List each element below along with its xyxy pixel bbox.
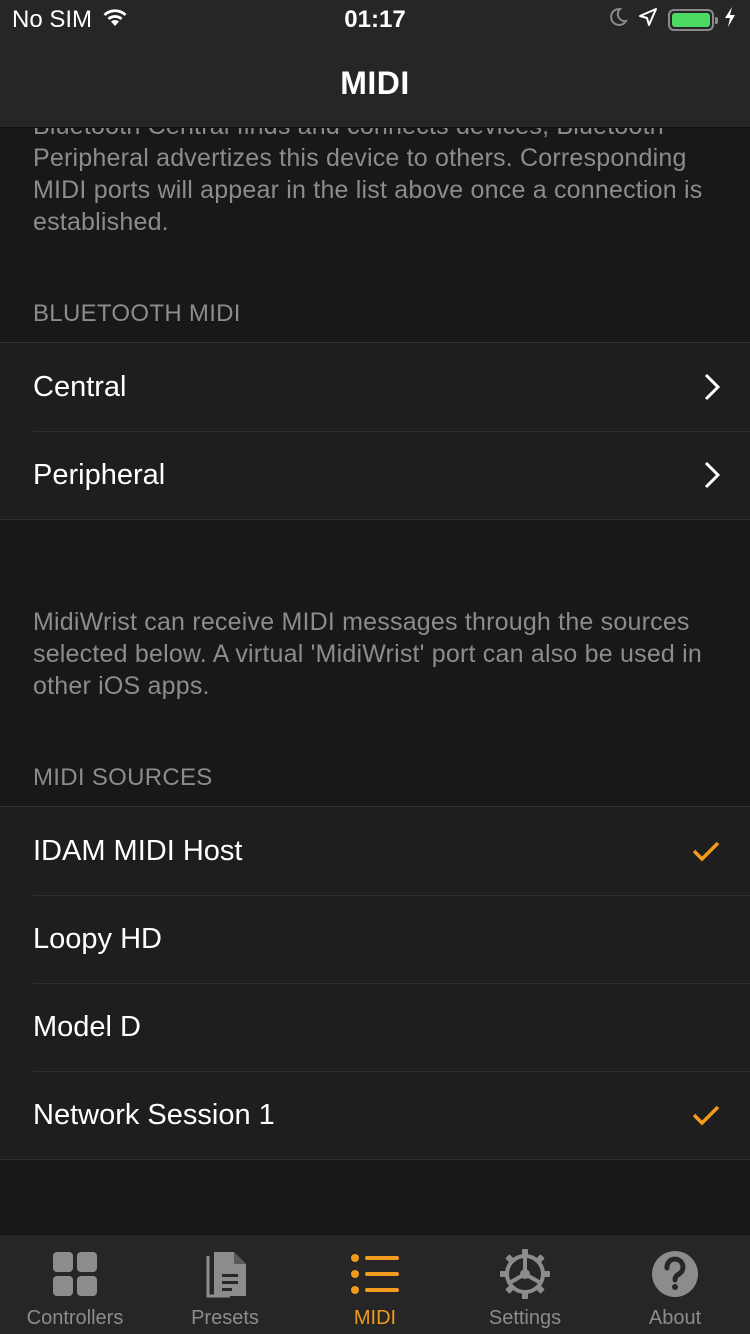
source-row-loopy-hd[interactable]: Loopy HD xyxy=(0,895,750,983)
bluetooth-section-header: BLUETOOTH MIDI xyxy=(33,300,241,327)
midi-sources-section-header: MIDI SOURCES xyxy=(33,764,213,791)
moon-icon xyxy=(608,6,628,34)
checkmark-icon xyxy=(692,840,720,862)
question-icon xyxy=(651,1249,699,1299)
wifi-icon xyxy=(102,6,128,34)
tab-midi[interactable]: MIDI xyxy=(300,1235,450,1334)
source-row-idam-midi-host[interactable]: IDAM MIDI Host xyxy=(0,807,750,895)
row-label: IDAM MIDI Host xyxy=(33,834,243,867)
tab-label: Settings xyxy=(488,1307,562,1329)
tab-bar: Controllers Presets MIDI Settings About xyxy=(0,1234,750,1334)
row-label: Network Session 1 xyxy=(33,1098,275,1131)
battery-level xyxy=(672,13,710,27)
battery-icon xyxy=(668,9,718,31)
tab-about[interactable]: About xyxy=(600,1235,750,1334)
tab-controllers[interactable]: Controllers xyxy=(0,1235,150,1334)
charging-bolt-icon xyxy=(724,6,736,34)
navigation-bar: MIDI xyxy=(0,40,750,128)
status-right xyxy=(608,6,736,34)
sources-info-text: MidiWrist can receive MIDI messages thro… xyxy=(33,608,703,700)
row-label: Loopy HD xyxy=(33,922,162,955)
location-arrow-icon xyxy=(638,6,658,34)
document-icon xyxy=(202,1249,248,1299)
status-left: No SIM xyxy=(12,6,128,34)
tab-label: About xyxy=(648,1307,702,1329)
row-label: Model D xyxy=(33,1010,141,1043)
source-row-model-d[interactable]: Model D xyxy=(0,983,750,1071)
tab-label: Presets xyxy=(191,1307,259,1329)
gear-icon xyxy=(500,1249,550,1299)
bluetooth-footer-text: Bluetooth Central finds and connects dev… xyxy=(33,112,703,236)
midi-settings-list[interactable]: Bluetooth Central finds and connects dev… xyxy=(0,104,750,1234)
source-row-network-session-1[interactable]: Network Session 1 xyxy=(0,1071,750,1159)
row-label: Central xyxy=(33,370,127,403)
carrier-label: No SIM xyxy=(12,6,93,33)
page-title: MIDI xyxy=(340,65,410,101)
midi-sources-group: IDAM MIDI Host Loopy HD Model D Network … xyxy=(0,806,750,1160)
row-peripheral[interactable]: Peripheral xyxy=(0,431,750,519)
chevron-right-icon xyxy=(704,461,720,489)
tab-label: MIDI xyxy=(353,1307,397,1329)
tab-settings[interactable]: Settings xyxy=(450,1235,600,1334)
chevron-right-icon xyxy=(704,373,720,401)
tab-label: Controllers xyxy=(26,1307,124,1329)
status-bar: No SIM 01:17 xyxy=(0,0,750,40)
row-central[interactable]: Central xyxy=(0,343,750,431)
grid-icon xyxy=(52,1249,98,1299)
row-label: Peripheral xyxy=(33,458,166,491)
bluetooth-group: Central Peripheral xyxy=(0,342,750,520)
checkmark-icon xyxy=(692,1104,720,1126)
list-icon xyxy=(350,1249,400,1299)
tab-presets[interactable]: Presets xyxy=(150,1235,300,1334)
